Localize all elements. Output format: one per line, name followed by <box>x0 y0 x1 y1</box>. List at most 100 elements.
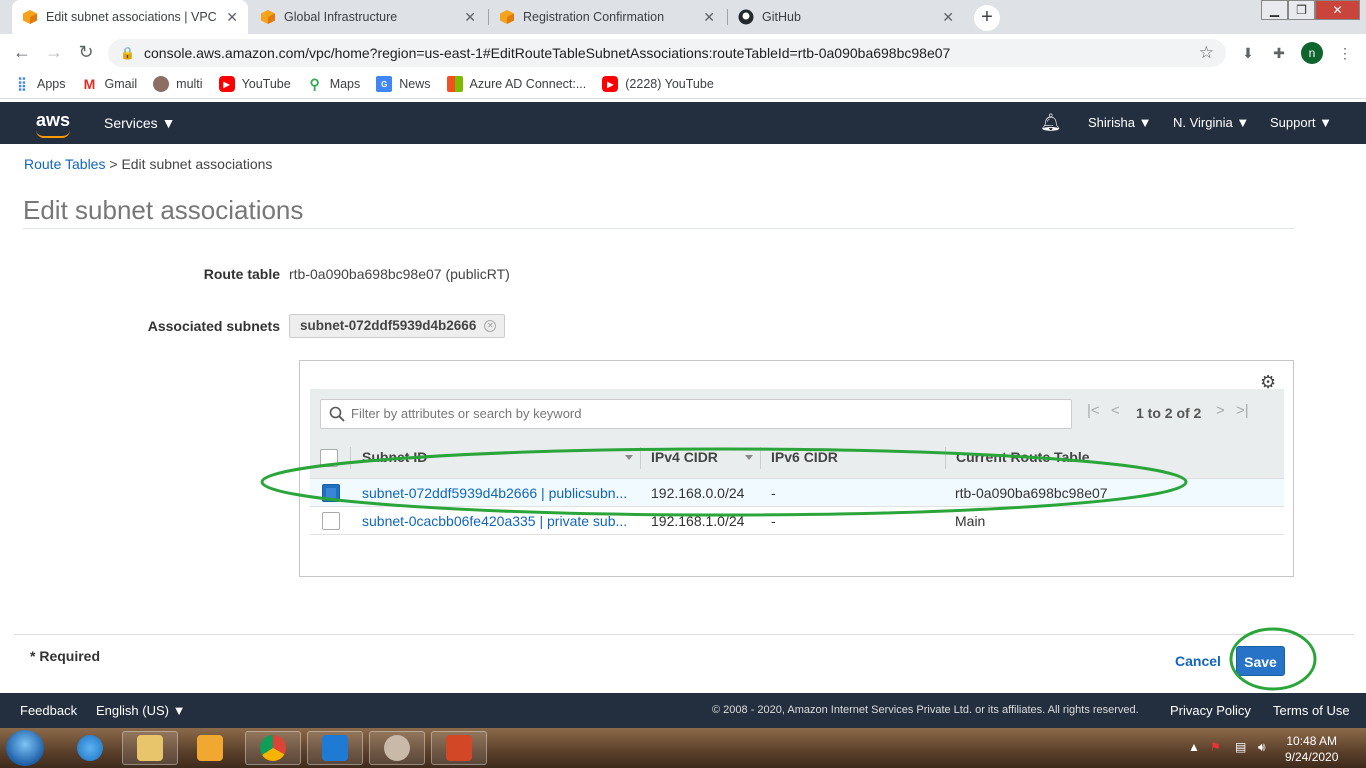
tab-github[interactable]: GitHub ✕ <box>728 0 964 34</box>
tab-registration-confirmation[interactable]: Registration Confirmation ✕ <box>489 0 725 34</box>
select-all-checkbox[interactable] <box>320 449 338 467</box>
maps-pin-icon: ⚲ <box>309 75 320 92</box>
language-selector[interactable]: English (US) ▼ <box>96 703 185 718</box>
close-icon[interactable]: ✕ <box>703 9 715 26</box>
breadcrumb: Route Tables > Edit subnet associations <box>24 156 272 172</box>
bookmark-gmail[interactable]: M Gmail <box>82 76 138 92</box>
clock-date: 9/24/2020 <box>1285 750 1339 764</box>
next-page-icon[interactable]: > <box>1216 402 1225 419</box>
subnets-table-panel: ⚙ Filter by attributes or search by keyw… <box>299 360 1294 577</box>
bookmark-multi[interactable]: multi <box>153 76 203 92</box>
bookmark-label: YouTube <box>241 77 291 91</box>
internet-explorer-icon[interactable] <box>62 731 118 765</box>
associated-subnets-label: Associated subnets <box>147 318 280 334</box>
region-menu[interactable]: N. Virginia ▼ <box>1173 115 1249 130</box>
browser-tab-bar: Edit subnet associations | VPC M ✕ Globa… <box>0 0 1366 34</box>
reload-icon[interactable]: ↻ <box>74 41 98 65</box>
sort-arrow-icon[interactable] <box>625 455 633 460</box>
title-divider <box>23 228 1294 229</box>
table-row[interactable]: subnet-0cacbb06fe420a335 | private sub..… <box>310 507 1284 535</box>
column-header-ipv6-cidr[interactable]: IPv6 CIDR <box>771 449 838 465</box>
bookmark-star-icon[interactable]: ☆ <box>1199 43 1214 63</box>
volume-icon[interactable]: 🔊︎ <box>1258 740 1266 755</box>
window-close-button[interactable]: ✕ <box>1315 0 1360 20</box>
lock-icon: 🔒 <box>120 46 135 60</box>
close-icon[interactable]: ✕ <box>464 9 476 26</box>
browser-toolbar: ← → ↻ 🔒 console.aws.amazon.com/vpc/home?… <box>0 34 1366 70</box>
route-table-cell: rtb-0a090ba698bc98e07 <box>955 485 1108 501</box>
filter-bar: Filter by attributes or search by keywor… <box>310 389 1284 437</box>
aws-logo[interactable]: aws <box>36 110 70 138</box>
extensions-puzzle-icon[interactable]: ✚ <box>1270 44 1288 62</box>
microsoft-logo-icon <box>446 76 463 92</box>
url-text: console.aws.amazon.com/vpc/home?region=u… <box>144 45 951 61</box>
forward-arrow-icon[interactable]: → <box>42 41 66 65</box>
subnet-id-link[interactable]: subnet-072ddf5939d4b2666 | publicsubn... <box>362 485 627 501</box>
sort-arrow-icon[interactable] <box>745 455 753 460</box>
show-hidden-icons-arrow-icon[interactable]: ▲ <box>1188 740 1200 754</box>
bell-icon[interactable]: 🔔︎ <box>1040 113 1062 133</box>
cancel-button[interactable]: Cancel <box>1175 653 1221 669</box>
first-page-icon[interactable]: |< <box>1087 402 1100 419</box>
system-clock[interactable]: 10:48 AM 9/24/2020 <box>1285 733 1338 765</box>
aws-top-nav: aws Services ▼ 🔔︎ Shirisha ▼ N. Virginia… <box>0 102 1366 144</box>
bookmark-label: Gmail <box>104 77 138 91</box>
paint-icon[interactable] <box>369 731 425 765</box>
address-bar[interactable]: 🔒 console.aws.amazon.com/vpc/home?region… <box>108 39 1226 67</box>
windows-start-icon[interactable] <box>6 730 44 766</box>
form-footer-divider <box>14 634 1354 635</box>
new-tab-button[interactable]: + <box>974 5 1000 31</box>
maximize-button[interactable]: ❐ <box>1288 0 1315 20</box>
column-header-ipv4-cidr[interactable]: IPv4 CIDR <box>651 449 718 465</box>
save-button[interactable]: Save <box>1236 646 1285 676</box>
file-explorer-icon[interactable] <box>122 731 178 765</box>
bookmark-label: Maps <box>329 77 361 91</box>
breadcrumb-current: Edit subnet associations <box>121 156 273 172</box>
close-icon[interactable]: ✕ <box>226 9 238 26</box>
back-arrow-icon[interactable]: ← <box>10 41 34 65</box>
action-center-flag-icon[interactable]: ⚑ <box>1210 740 1221 754</box>
breadcrumb-route-tables[interactable]: Route Tables <box>24 156 105 172</box>
network-icon[interactable]: ▤ <box>1235 740 1246 754</box>
column-header-subnet-id[interactable]: Subnet ID <box>362 449 427 465</box>
privacy-policy-link[interactable]: Privacy Policy <box>1170 703 1251 718</box>
tab-edit-subnet-associations[interactable]: Edit subnet associations | VPC M ✕ <box>12 0 248 34</box>
ipv4-cidr-cell: 192.168.0.0/24 <box>651 485 745 501</box>
column-header-current-route-table[interactable]: Current Route Table <box>956 449 1090 465</box>
bookmark-news[interactable]: G News <box>376 76 431 92</box>
profile-avatar[interactable]: n <box>1301 42 1323 64</box>
download-icon[interactable]: ⬇ <box>1239 44 1257 62</box>
tab-global-infrastructure[interactable]: Global Infrastructure ✕ <box>250 0 486 34</box>
bookmark-youtube[interactable]: ▶ YouTube <box>218 76 291 92</box>
feedback-link[interactable]: Feedback <box>20 703 77 718</box>
powerpoint-icon[interactable] <box>431 731 487 765</box>
bookmark-apps[interactable]: ⣿ Apps <box>14 76 65 92</box>
aws-cube-icon <box>500 10 514 24</box>
chrome-icon[interactable] <box>245 731 301 765</box>
menu-kebab-icon[interactable]: ⋮ <box>1336 44 1354 62</box>
aws-footer: Feedback English (US) ▼ © 2008 - 2020, A… <box>0 693 1366 728</box>
aws-smile-icon <box>36 130 70 138</box>
bookmark-maps[interactable]: ⚲ Maps <box>307 76 361 92</box>
minimize-button[interactable]: ▁ <box>1261 0 1288 20</box>
previous-page-icon[interactable]: < <box>1111 402 1120 419</box>
terms-of-use-link[interactable]: Terms of Use <box>1273 703 1350 718</box>
bookmark-youtube-2228[interactable]: ▶ (2228) YouTube <box>602 76 714 92</box>
bookmark-azure-ad[interactable]: Azure AD Connect:... <box>446 76 586 92</box>
pagination-count: 1 to 2 of 2 <box>1136 405 1202 421</box>
close-icon[interactable]: ✕ <box>942 9 954 26</box>
table-row[interactable]: subnet-072ddf5939d4b2666 | publicsubn...… <box>310 479 1284 507</box>
media-player-icon[interactable] <box>182 731 238 765</box>
remove-token-icon[interactable]: ✕ <box>484 320 497 332</box>
vscode-icon[interactable] <box>307 731 363 765</box>
row-checkbox[interactable] <box>322 484 340 502</box>
github-icon <box>738 9 754 25</box>
row-checkbox[interactable] <box>322 512 340 530</box>
services-menu[interactable]: Services ▼ <box>104 115 175 131</box>
last-page-icon[interactable]: >| <box>1236 402 1249 419</box>
support-menu[interactable]: Support ▼ <box>1270 115 1332 130</box>
filter-input[interactable]: Filter by attributes or search by keywor… <box>320 399 1072 429</box>
subnet-id-link[interactable]: subnet-0cacbb06fe420a335 | private sub..… <box>362 513 627 529</box>
filter-placeholder: Filter by attributes or search by keywor… <box>351 406 582 421</box>
user-menu[interactable]: Shirisha ▼ <box>1088 115 1151 130</box>
